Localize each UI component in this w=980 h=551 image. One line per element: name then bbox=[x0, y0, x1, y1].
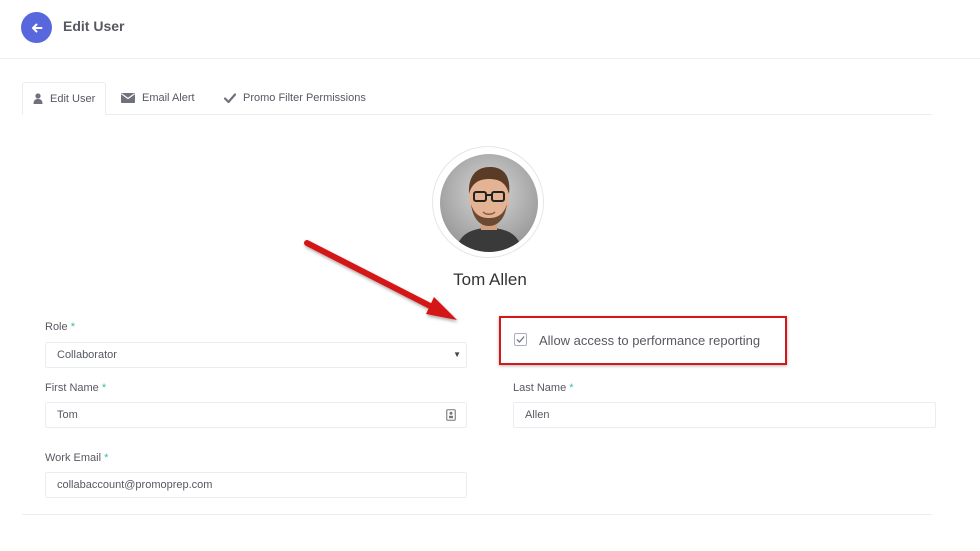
form-divider bbox=[22, 514, 932, 515]
work-email-label-text: Work Email bbox=[45, 452, 102, 464]
performance-access-label: Allow access to performance reporting bbox=[539, 333, 761, 348]
tab-label: Email Alert bbox=[142, 92, 195, 104]
work-email-input[interactable]: collabaccount@promoprep.com bbox=[45, 472, 467, 498]
contact-card-icon bbox=[446, 409, 456, 424]
tab-label: Edit User bbox=[50, 92, 96, 105]
role-select[interactable]: Collaborator ▼ bbox=[45, 342, 467, 368]
back-button[interactable] bbox=[21, 12, 52, 43]
tab-label: Promo Filter Permissions bbox=[243, 92, 366, 104]
envelope-icon bbox=[121, 93, 135, 103]
role-select-value: Collaborator bbox=[57, 349, 117, 361]
first-name-label-text: First Name bbox=[45, 382, 99, 394]
required-marker: * bbox=[101, 382, 107, 394]
user-icon bbox=[33, 93, 43, 104]
last-name-value: Allen bbox=[525, 409, 550, 421]
avatar[interactable] bbox=[440, 154, 538, 252]
required-marker: * bbox=[104, 452, 109, 464]
role-label-text: Role bbox=[45, 321, 68, 333]
checkmark-icon bbox=[516, 336, 525, 343]
check-icon bbox=[224, 93, 236, 103]
first-name-input[interactable]: Tom bbox=[45, 402, 467, 428]
arrow-left-icon bbox=[31, 23, 42, 32]
tab-email-alert[interactable]: Email Alert bbox=[121, 82, 195, 114]
performance-access-checkbox[interactable] bbox=[514, 333, 527, 346]
avatar-frame bbox=[432, 146, 544, 258]
last-name-label-text: Last Name bbox=[513, 382, 567, 394]
first-name-value: Tom bbox=[57, 409, 78, 421]
tab-promo-filter-permissions[interactable]: Promo Filter Permissions bbox=[224, 82, 366, 114]
tab-edit-user[interactable]: Edit User bbox=[22, 82, 106, 115]
page-header: Edit User bbox=[0, 0, 980, 59]
work-email-label: Work Email * bbox=[45, 452, 108, 464]
last-name-label: Last Name * bbox=[513, 382, 574, 394]
work-email-value: collabaccount@promoprep.com bbox=[57, 479, 213, 491]
required-marker: * bbox=[569, 382, 574, 394]
page-title: Edit User bbox=[63, 18, 125, 34]
first-name-label: First Name * bbox=[45, 382, 106, 394]
caret-down-icon: ▼ bbox=[453, 350, 461, 359]
tab-bar: Edit User Email Alert Promo Filter Permi… bbox=[22, 82, 932, 115]
performance-access-highlight: Allow access to performance reporting bbox=[499, 316, 787, 365]
last-name-input[interactable]: Allen bbox=[513, 402, 936, 428]
required-marker: * bbox=[70, 321, 75, 333]
role-label: Role * bbox=[45, 321, 75, 333]
user-full-name: Tom Allen bbox=[453, 270, 527, 289]
